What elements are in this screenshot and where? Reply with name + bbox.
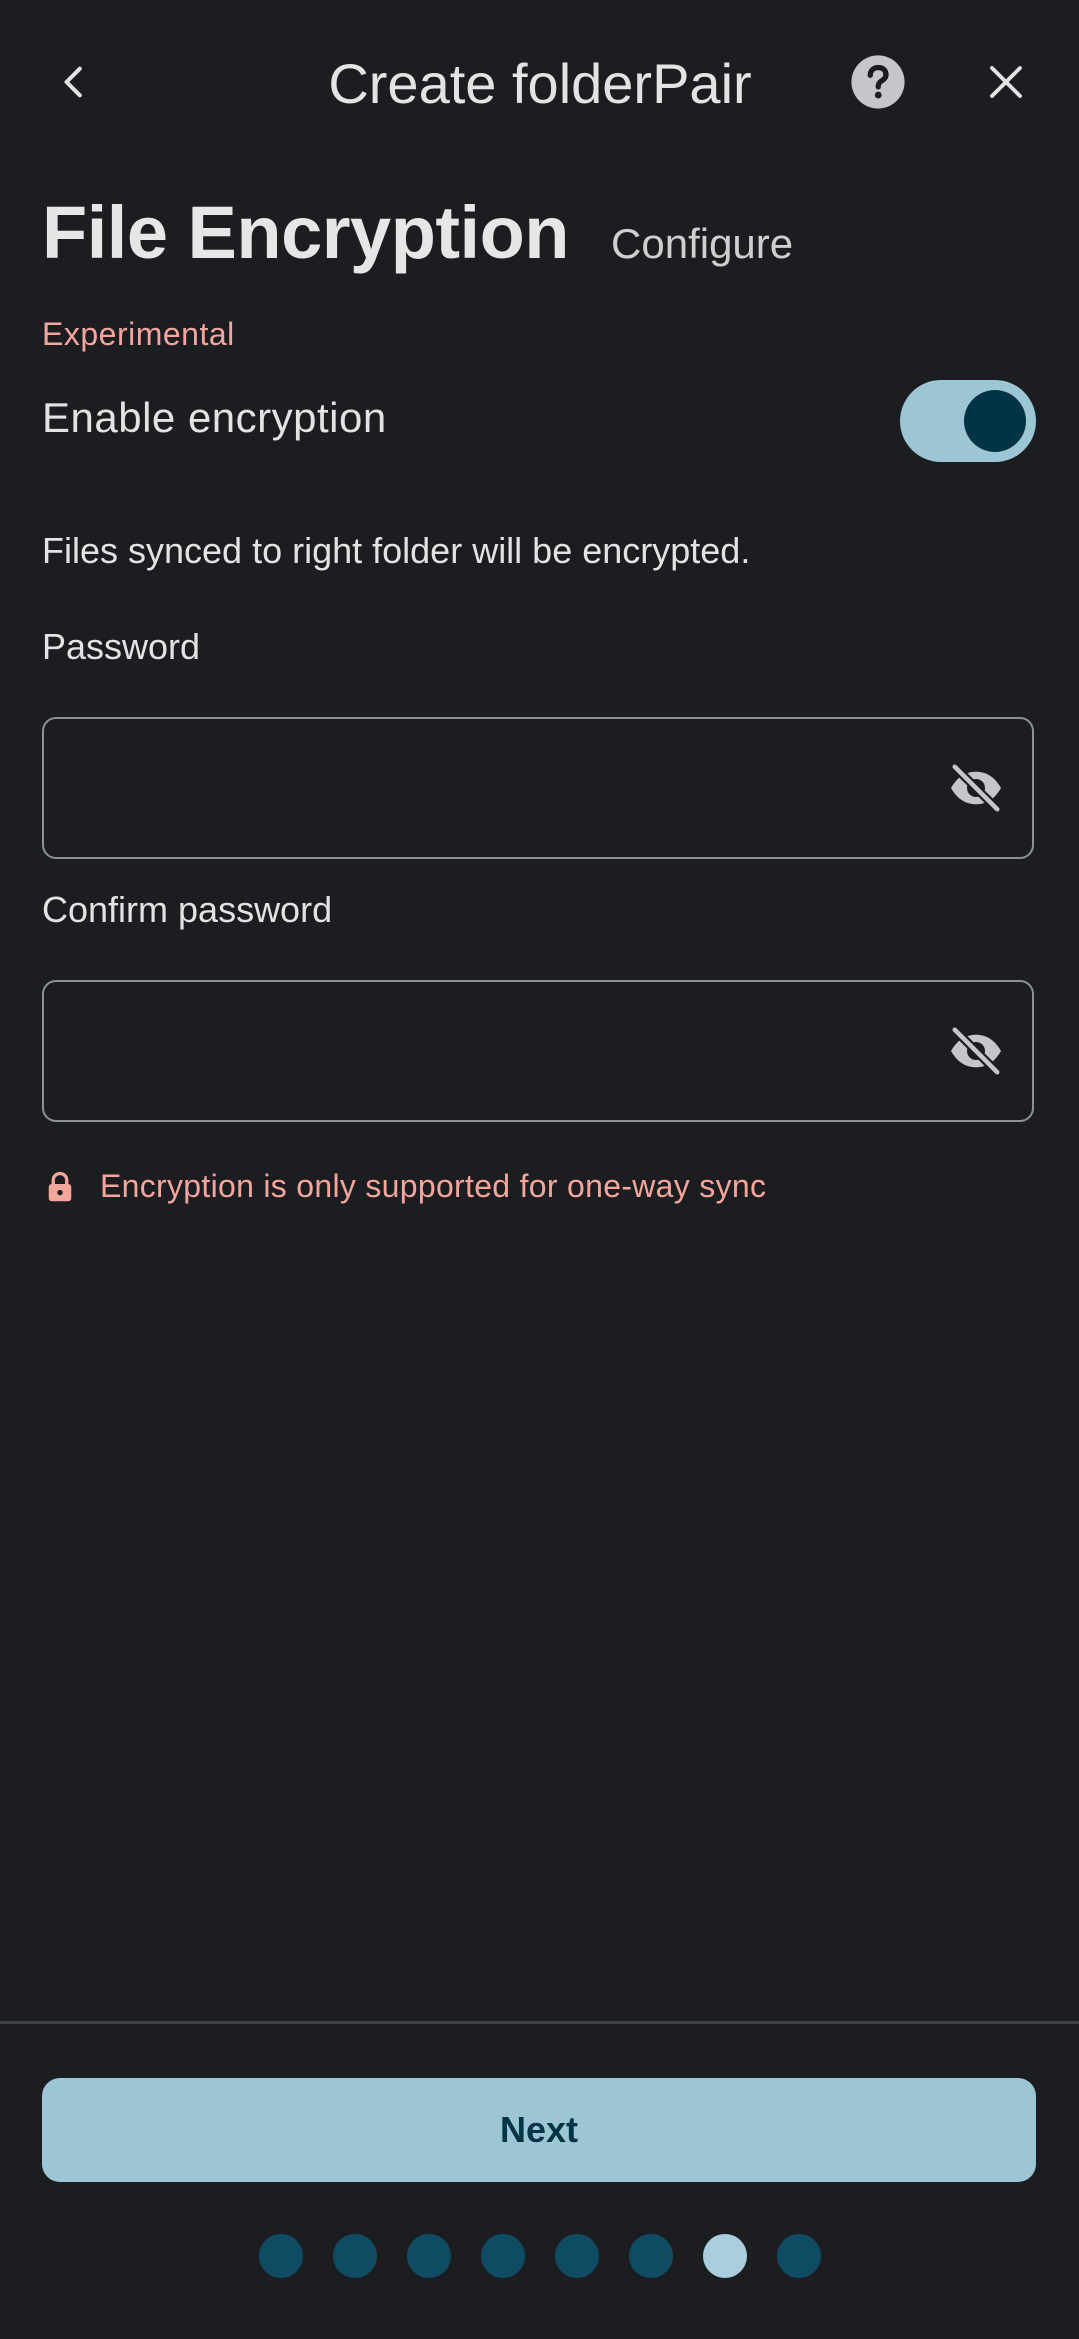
chevron-left-icon <box>64 66 82 98</box>
section-title: File Encryption <box>42 191 570 274</box>
step-dot <box>776 2234 821 2278</box>
password-input[interactable] <box>72 719 956 859</box>
step-dot <box>702 2234 747 2278</box>
step-dot <box>554 2234 599 2278</box>
step-dot <box>480 2234 525 2278</box>
enable-encryption-switch[interactable] <box>900 380 1036 462</box>
close-icon <box>990 66 1022 98</box>
experimental-label: Experimental <box>42 316 235 352</box>
switch-knob <box>964 390 1026 452</box>
encryption-warning: Encryption is only supported for one-way… <box>42 1168 766 1205</box>
section-subtitle: Configure <box>611 220 794 267</box>
lock-icon <box>48 1171 72 1201</box>
back-button[interactable] <box>42 50 106 114</box>
top-app-bar: Create folderPair <box>0 0 1079 170</box>
confirm-password-input[interactable] <box>72 982 956 1122</box>
password-visibility-toggle[interactable] <box>946 758 1006 818</box>
password-field <box>42 717 1034 859</box>
step-dot <box>406 2234 451 2278</box>
confirm-password-visibility-toggle[interactable] <box>946 1021 1006 1081</box>
step-dot <box>628 2234 673 2278</box>
warning-text: Encryption is only supported for one-way… <box>100 1168 767 1204</box>
section-header: File Encryption Configure <box>42 190 793 275</box>
help-button[interactable] <box>846 50 910 114</box>
close-button[interactable] <box>974 50 1038 114</box>
step-dot <box>332 2234 377 2278</box>
page-title: Create folderPair <box>328 52 752 115</box>
confirm-password-label: Confirm password <box>42 889 333 930</box>
step-indicator <box>0 2234 1079 2278</box>
eye-off-icon <box>950 762 1002 814</box>
step-dot <box>258 2234 303 2278</box>
password-label: Password <box>42 626 201 667</box>
eye-off-icon <box>950 1025 1002 1077</box>
confirm-password-field <box>42 980 1034 1122</box>
footer-divider <box>0 2021 1079 2024</box>
encryption-info-text: Files synced to right folder will be enc… <box>42 530 751 571</box>
help-circle-icon <box>851 55 905 109</box>
enable-encryption-label: Enable encryption <box>42 394 387 441</box>
next-button[interactable]: Next <box>42 2078 1036 2182</box>
